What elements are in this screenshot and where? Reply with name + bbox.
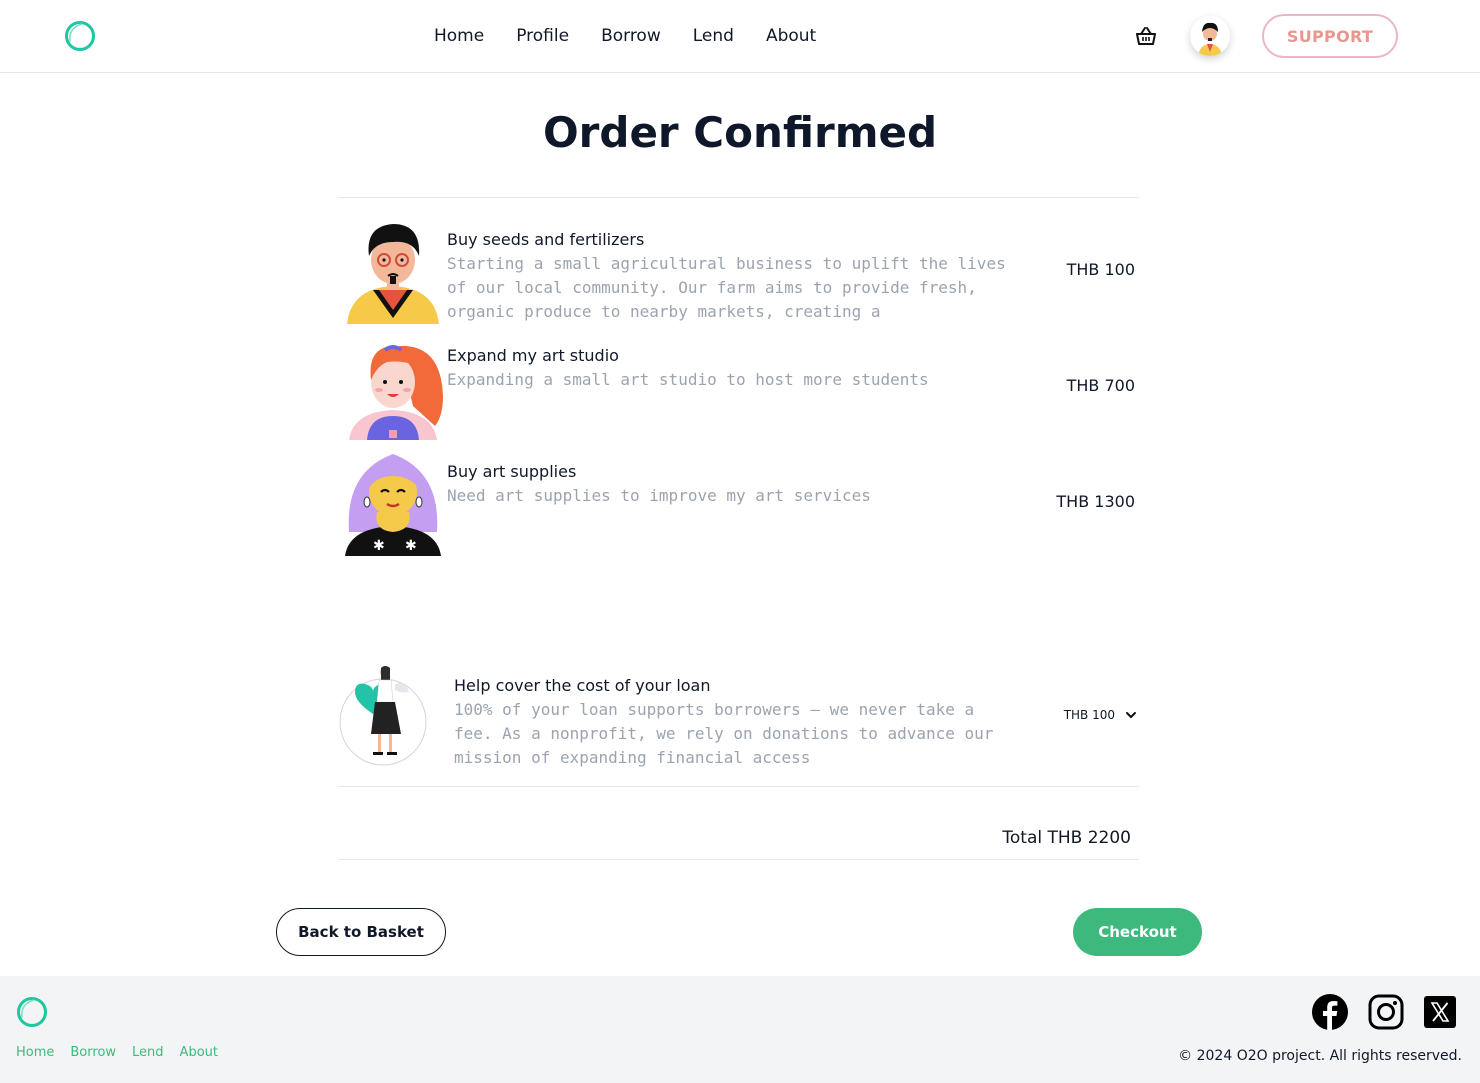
item-name: Expand my art studio	[447, 346, 619, 365]
borrower-avatar: ✱ ✱	[343, 452, 443, 556]
item-name: Buy seeds and fertilizers	[447, 230, 645, 249]
footer-link-home[interactable]: Home	[16, 1045, 54, 1060]
divider	[339, 197, 1139, 198]
nav-lend[interactable]: Lend	[693, 24, 734, 48]
svg-text:✱: ✱	[405, 538, 417, 554]
footer: Home Borrow Lend About © 2024 O2O projec…	[0, 976, 1480, 1083]
logo-icon[interactable]	[64, 20, 96, 52]
item-price: THB 100	[1066, 260, 1135, 279]
footer-link-about[interactable]: About	[180, 1045, 218, 1060]
main-nav: Home Profile Borrow Lend About	[434, 24, 816, 48]
donation-amount-value: THB 100	[1063, 708, 1115, 722]
donation-title: Help cover the cost of your loan	[454, 676, 711, 695]
support-button[interactable]: SUPPORT	[1262, 14, 1398, 58]
back-to-basket-button[interactable]: Back to Basket	[276, 908, 446, 956]
basket-icon[interactable]	[1134, 24, 1158, 48]
item-description: Starting a small agricultural business t…	[447, 254, 1006, 321]
nav-borrow[interactable]: Borrow	[601, 24, 661, 48]
nav-about[interactable]: About	[766, 24, 816, 48]
x-icon[interactable]	[1424, 996, 1456, 1028]
checkout-button[interactable]: Checkout	[1073, 908, 1202, 956]
user-avatar[interactable]	[1190, 16, 1230, 56]
borrower-avatar	[343, 336, 443, 440]
order-item: Expand my art studio Expanding a small a…	[339, 336, 1139, 446]
item-description: Expanding a small art studio to host mor…	[447, 370, 929, 389]
divider	[339, 786, 1139, 787]
item-price: THB 700	[1066, 376, 1135, 395]
item-name: Buy art supplies	[447, 462, 577, 481]
order-item: ✱ ✱ Buy art supplies Need art supplies t…	[339, 452, 1139, 562]
chevron-down-icon	[1126, 712, 1136, 718]
logo-icon[interactable]	[16, 996, 48, 1028]
footer-link-lend[interactable]: Lend	[132, 1045, 164, 1060]
order-total: Total THB 2200	[1002, 828, 1131, 848]
borrower-avatar	[343, 220, 443, 324]
donation-description: 100% of your loan supports borrowers — w…	[454, 700, 994, 767]
item-price: THB 1300	[1056, 492, 1135, 511]
svg-text:✱: ✱	[373, 538, 385, 554]
nav-profile[interactable]: Profile	[516, 24, 569, 48]
donation-illustration	[339, 664, 427, 768]
facebook-icon[interactable]	[1312, 994, 1348, 1030]
nav-home[interactable]: Home	[434, 24, 484, 48]
order-item: Buy seeds and fertilizers Starting a sma…	[339, 220, 1139, 330]
donation-amount-select[interactable]: THB 100	[1064, 708, 1137, 722]
instagram-icon[interactable]	[1368, 994, 1404, 1030]
footer-nav: Home Borrow Lend About	[16, 1045, 218, 1060]
copyright-text: © 2024 O2O project. All rights reserved.	[1178, 1048, 1462, 1064]
divider	[339, 859, 1139, 860]
item-description: Need art supplies to improve my art serv…	[447, 486, 871, 505]
donation-section: Help cover the cost of your loan 100% of…	[339, 664, 1139, 774]
header: Home Profile Borrow Lend About SUPPORT	[0, 0, 1480, 73]
footer-link-borrow[interactable]: Borrow	[70, 1045, 116, 1060]
page-title: Order Confirmed	[542, 108, 938, 157]
